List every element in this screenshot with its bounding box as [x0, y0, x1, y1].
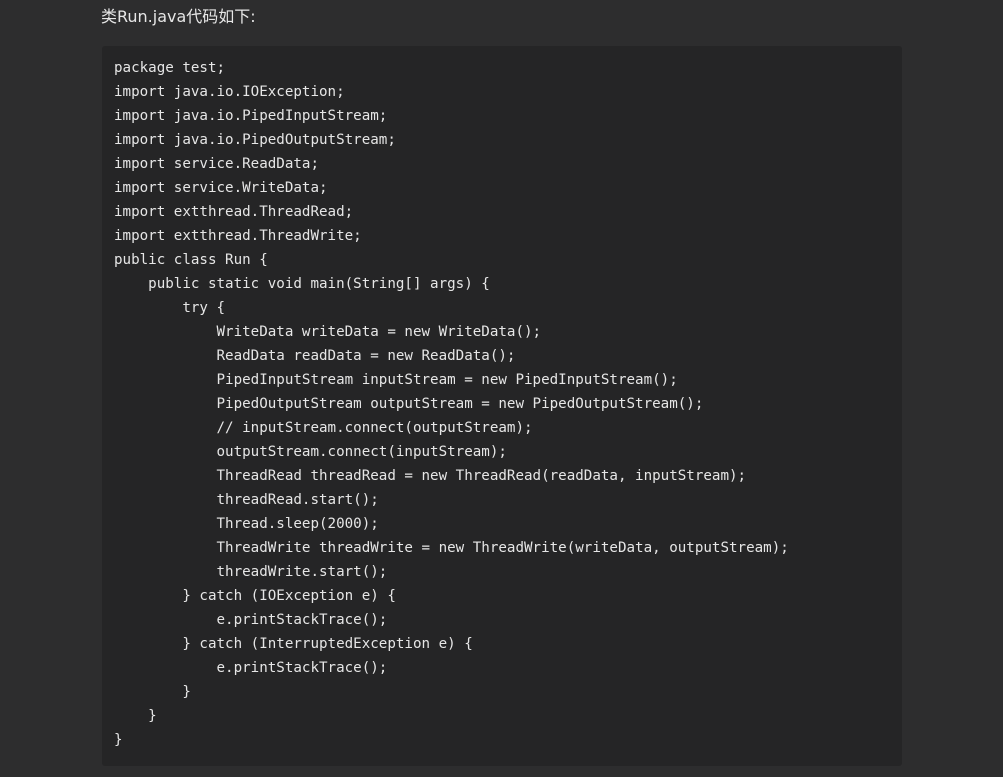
code-line: package test; [114, 60, 226, 76]
code-line: import java.io.PipedInputStream; [114, 108, 388, 124]
caption-text: 类Run.java代码如下: [101, 7, 256, 26]
code-line: import extthread.ThreadRead; [114, 204, 354, 220]
code-line: import java.io.PipedOutputStream; [114, 132, 396, 148]
code-line: e.printStackTrace(); [114, 660, 388, 676]
code-line: } [114, 708, 157, 724]
code-line: // inputStream.connect(outputStream); [114, 420, 533, 436]
code-line: WriteData writeData = new WriteData(); [114, 324, 542, 340]
code-line: outputStream.connect(inputStream); [114, 444, 507, 460]
code-line: PipedOutputStream outputStream = new Pip… [114, 396, 704, 412]
code-line: public static void main(String[] args) { [114, 276, 490, 292]
code-line: e.printStackTrace(); [114, 612, 388, 628]
code-line: threadWrite.start(); [114, 564, 388, 580]
code-line: ThreadRead threadRead = new ThreadRead(r… [114, 468, 747, 484]
code-line: PipedInputStream inputStream = new Piped… [114, 372, 678, 388]
code-line: } catch (IOException e) { [114, 588, 396, 604]
code-line: ReadData readData = new ReadData(); [114, 348, 516, 364]
code-line: import extthread.ThreadWrite; [114, 228, 362, 244]
code-line: } [114, 732, 123, 748]
code-line: Thread.sleep(2000); [114, 516, 379, 532]
code-line: import service.ReadData; [114, 156, 319, 172]
code-line: threadRead.start(); [114, 492, 379, 508]
code-line: } [114, 684, 191, 700]
code-line: public class Run { [114, 252, 268, 268]
code-line: } catch (InterruptedException e) { [114, 636, 473, 652]
code-line: ThreadWrite threadWrite = new ThreadWrit… [114, 540, 789, 556]
code-line: import java.io.IOException; [114, 84, 345, 100]
code-line: try { [114, 300, 226, 316]
code-block[interactable]: package test; import java.io.IOException… [102, 46, 902, 766]
code-line: import service.WriteData; [114, 180, 328, 196]
